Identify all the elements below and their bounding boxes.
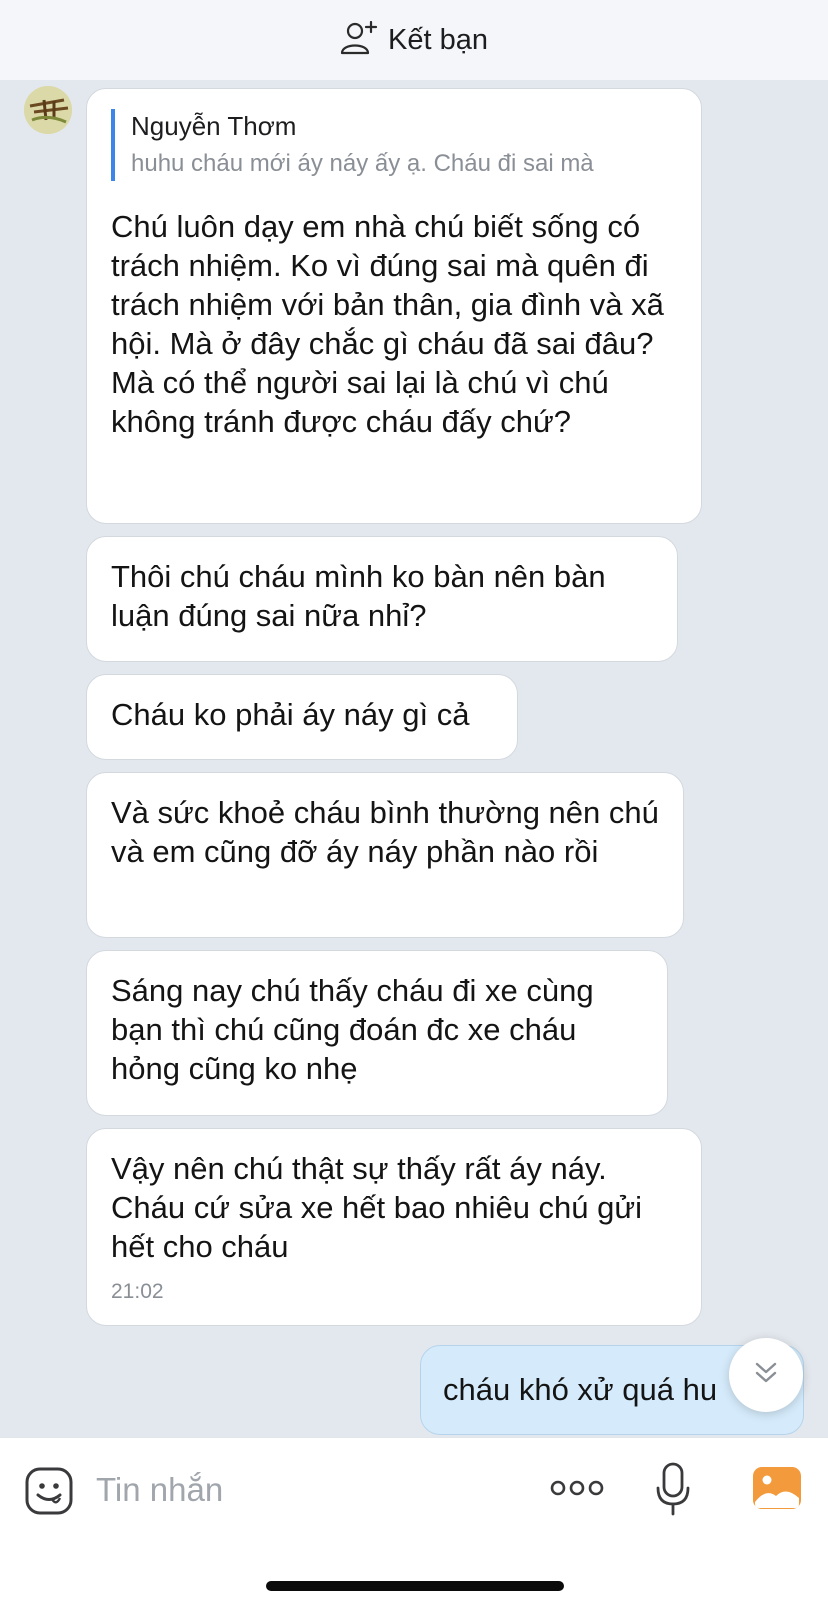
message-text: Chú luôn dạy em nhà chú biết sống có trá…: [111, 209, 664, 439]
message-time: 21:02: [111, 1280, 164, 1303]
message-composer: Tin nhắn: [0, 1437, 828, 1604]
image-icon[interactable]: [752, 1466, 802, 1515]
avatar[interactable]: [24, 86, 72, 134]
message-bubble[interactable]: Nguyễn Thơm huhu cháu mới áy náy ấy ạ. C…: [86, 88, 702, 524]
message-bubble[interactable]: Và sức khoẻ cháu bình thường nên chú và …: [86, 772, 684, 938]
message-bubble[interactable]: Thôi chú cháu mình ko bàn nên bàn luận đ…: [86, 536, 678, 662]
message-input[interactable]: Tin nhắn: [96, 1468, 223, 1512]
emoji-icon[interactable]: [24, 1466, 74, 1516]
message-text: Và sức khoẻ cháu bình thường nên chú và …: [111, 795, 659, 869]
add-friend-label: Kết bạn: [388, 23, 488, 56]
top-bar: Kết bạn: [0, 0, 828, 80]
person-plus-icon: [340, 20, 378, 60]
message-text: Vậy nên chú thật sự thấy rất áy náy. Chá…: [111, 1151, 643, 1264]
quoted-sender-name: Nguyễn Thơm: [131, 111, 297, 141]
more-dots-icon[interactable]: [550, 1478, 604, 1503]
message-text: Sáng nay chú thấy cháu đi xe cùng bạn th…: [111, 973, 594, 1086]
message-text: Cháu ko phải áy náy gì cả: [111, 697, 470, 732]
scroll-to-bottom-button[interactable]: [729, 1338, 803, 1412]
add-friend-button[interactable]: Kết bạn: [340, 20, 488, 60]
quoted-reply[interactable]: Nguyễn Thơm huhu cháu mới áy náy ấy ạ. C…: [111, 109, 677, 181]
chevron-double-down-icon: [752, 1359, 780, 1392]
microphone-icon[interactable]: [655, 1462, 691, 1521]
message-bubble[interactable]: Vậy nên chú thật sự thấy rất áy náy. Chá…: [86, 1128, 702, 1326]
message-bubble[interactable]: Cháu ko phải áy náy gì cả: [86, 674, 518, 760]
message-bubble[interactable]: Sáng nay chú thấy cháu đi xe cùng bạn th…: [86, 950, 668, 1116]
message-text: Thôi chú cháu mình ko bàn nên bàn luận đ…: [111, 559, 606, 633]
message-text: cháu khó xử quá hu: [443, 1372, 718, 1407]
home-indicator: [266, 1581, 564, 1591]
quoted-message-text: huhu cháu mới áy náy ấy ạ. Cháu đi sai m…: [131, 150, 594, 177]
